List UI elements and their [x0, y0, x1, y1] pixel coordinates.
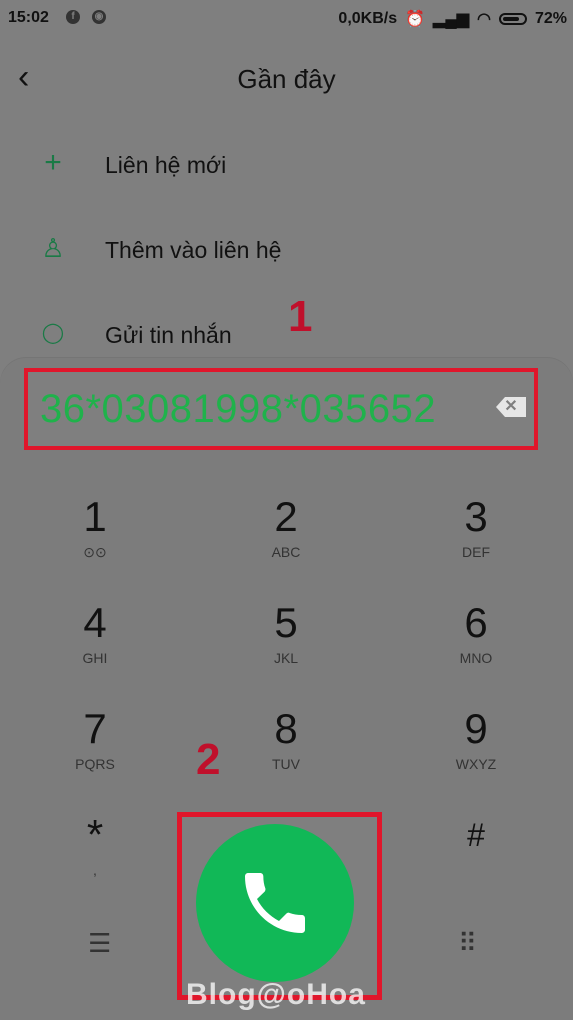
key-9[interactable]: 9 WXYZ: [416, 706, 536, 796]
chrome-icon: ◉: [92, 10, 106, 24]
menu-icon[interactable]: ☰: [88, 928, 111, 959]
key-letters: WXYZ: [455, 756, 497, 772]
dial-number-value: 36*03081998*035652: [40, 387, 437, 431]
key-digit: #: [467, 817, 485, 853]
key-2[interactable]: 2 ABC: [226, 494, 346, 584]
key-digit: *: [86, 811, 104, 858]
key-5[interactable]: 5 JKL: [226, 600, 346, 690]
key-letters: GHI: [82, 650, 108, 666]
key-6[interactable]: 6 MNO: [416, 600, 536, 690]
menu-item-label: Gửi tin nhắn: [105, 322, 232, 348]
key-digit: 4: [83, 599, 107, 646]
person-icon: ♙: [41, 233, 65, 263]
key-letters: PQRS: [75, 756, 115, 772]
voicemail-icon: ⊙⊙: [83, 544, 107, 560]
battery-icon: [498, 13, 527, 25]
status-right: 0,0KB/s ⏰ ▂▄▆ ◠ 72%: [338, 9, 567, 29]
key-letters: ABC: [271, 544, 301, 560]
key-8[interactable]: 8 TUV: [226, 706, 346, 796]
key-letters: MNO: [459, 650, 493, 666]
key-digit: 5: [274, 599, 298, 646]
plus-icon: +: [44, 146, 62, 179]
key-digit: 7: [83, 705, 107, 752]
key-digit: 3: [464, 493, 488, 540]
signal-icon: ▂▄▆: [433, 11, 469, 28]
app-header: ‹ Gần đây: [0, 50, 573, 110]
key-letters: DEF: [462, 544, 490, 560]
annotation-marker-2: 2: [196, 735, 221, 784]
key-hash[interactable]: #: [416, 812, 536, 902]
watermark: Blog@oHoa: [186, 978, 366, 1011]
menu-item-add-to-contact[interactable]: ♙ Thêm vào liên hệ: [0, 219, 573, 279]
phone-icon: [245, 873, 305, 933]
menu-item-new-contact[interactable]: + Liên hệ mới: [0, 134, 573, 194]
key-4[interactable]: 4 GHI: [35, 600, 155, 690]
menu-item-send-message[interactable]: ◯ Gửi tin nhắn: [0, 304, 573, 364]
status-bar: 15:02 f ◉ 0,0KB/s ⏰ ▂▄▆ ◠ 72%: [0, 0, 573, 36]
key-3[interactable]: 3 DEF: [416, 494, 536, 584]
key-7[interactable]: 7 PQRS: [35, 706, 155, 796]
menu-item-label: Liên hệ mới: [105, 152, 227, 178]
menu-item-label: Thêm vào liên hệ: [105, 237, 282, 263]
alarm-icon: ⏰: [405, 11, 426, 28]
key-letters: ,: [93, 862, 97, 878]
key-digit: 8: [274, 705, 298, 752]
key-digit: 1: [83, 493, 107, 540]
dial-number-field[interactable]: 36*03081998*035652: [24, 368, 538, 450]
key-star[interactable]: *,: [35, 812, 155, 902]
key-1[interactable]: 1 ⊙⊙: [35, 494, 155, 584]
key-digit: 6: [464, 599, 488, 646]
call-button[interactable]: [196, 824, 354, 982]
battery-percent: 72%: [534, 10, 567, 27]
key-letters: TUV: [272, 756, 300, 772]
page-title: Gần đây: [237, 64, 336, 94]
key-digit: 2: [274, 493, 298, 540]
message-icon: ◯: [41, 322, 65, 344]
status-time: 15:02: [8, 9, 49, 26]
net-speed: 0,0KB/s: [338, 10, 398, 27]
facebook-icon: f: [66, 10, 80, 24]
keypad-icon[interactable]: ⠿: [458, 928, 477, 959]
key-digit: 9: [464, 705, 488, 752]
annotation-marker-1: 1: [288, 292, 313, 341]
wifi-icon: ◠: [477, 11, 491, 28]
key-letters: JKL: [273, 650, 299, 666]
